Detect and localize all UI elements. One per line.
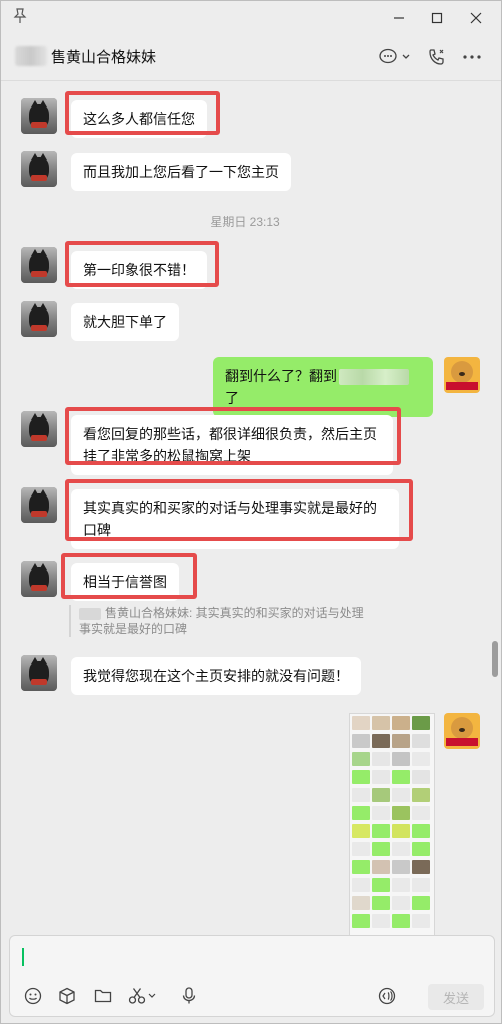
highlight-box xyxy=(65,479,413,541)
scissors-icon[interactable] xyxy=(128,986,158,1006)
send-button[interactable]: 发送 xyxy=(428,984,484,1010)
folder-icon[interactable] xyxy=(92,986,114,1006)
phone-icon[interactable] xyxy=(425,45,449,69)
self-avatar[interactable] xyxy=(444,713,480,749)
microphone-icon[interactable] xyxy=(178,986,200,1006)
quoted-text: 售黄山合格妹妹: 其实真实的和买家的对话与处理事实就是最好的口碑 xyxy=(79,606,364,636)
text-caret xyxy=(22,948,24,966)
message-bubble[interactable]: 我觉得您现在这个主页安排的就没有问题！ xyxy=(71,657,361,695)
more-icon[interactable] xyxy=(459,45,485,69)
contact-avatar[interactable] xyxy=(21,561,57,597)
message-bubble[interactable]: 而且我加上您后看了一下您主页 xyxy=(71,153,291,191)
contact-avatar[interactable] xyxy=(21,247,57,283)
close-icon[interactable] xyxy=(462,5,490,31)
maximize-icon[interactable] xyxy=(423,5,451,31)
contact-avatar[interactable] xyxy=(21,487,57,523)
quoted-message[interactable]: 售黄山合格妹妹: 其实真实的和买家的对话与处理事实就是最好的口碑 xyxy=(69,605,369,637)
message-input[interactable]: 发送 xyxy=(9,935,495,1017)
chat-title: 售黄山合格妹妹 xyxy=(51,49,157,66)
blurred-name-prefix xyxy=(15,46,47,66)
blurred-text xyxy=(339,369,409,386)
contact-avatar[interactable] xyxy=(21,411,57,447)
contact-avatar[interactable] xyxy=(21,151,57,187)
contact-avatar[interactable] xyxy=(21,98,57,134)
emoji-icon[interactable] xyxy=(22,986,44,1006)
chat-window: 售黄山合格妹妹 这么多人都信任您 而且我加上您后看了一下您主页 星期日 23:1… xyxy=(0,0,502,1024)
message-list[interactable]: 这么多人都信任您 而且我加上您后看了一下您主页 星期日 23:13 第一印象很不… xyxy=(1,81,489,935)
highlight-box xyxy=(65,91,220,135)
chat-bubble-icon[interactable] xyxy=(377,45,413,69)
voice-input-icon[interactable] xyxy=(376,986,398,1006)
chat-header: 售黄山合格妹妹 xyxy=(1,35,501,81)
minimize-icon[interactable] xyxy=(385,5,413,31)
self-message-text-tail: 了 xyxy=(225,390,239,406)
cube-icon[interactable] xyxy=(56,986,78,1006)
self-message-text: 翻到什么了？翻到 xyxy=(225,368,337,384)
blurred-text xyxy=(79,607,101,620)
scrollbar[interactable] xyxy=(492,641,498,677)
highlight-box xyxy=(65,241,219,287)
contact-avatar[interactable] xyxy=(21,655,57,691)
image-message[interactable] xyxy=(349,713,435,935)
self-avatar[interactable] xyxy=(444,357,480,393)
pin-icon[interactable] xyxy=(13,8,29,26)
message-bubble[interactable]: 就大胆下单了 xyxy=(71,303,179,341)
timestamp: 星期日 23:13 xyxy=(210,215,280,229)
contact-avatar[interactable] xyxy=(21,301,57,337)
highlight-box xyxy=(61,553,197,599)
highlight-box xyxy=(65,407,401,465)
title-bar xyxy=(1,1,501,35)
